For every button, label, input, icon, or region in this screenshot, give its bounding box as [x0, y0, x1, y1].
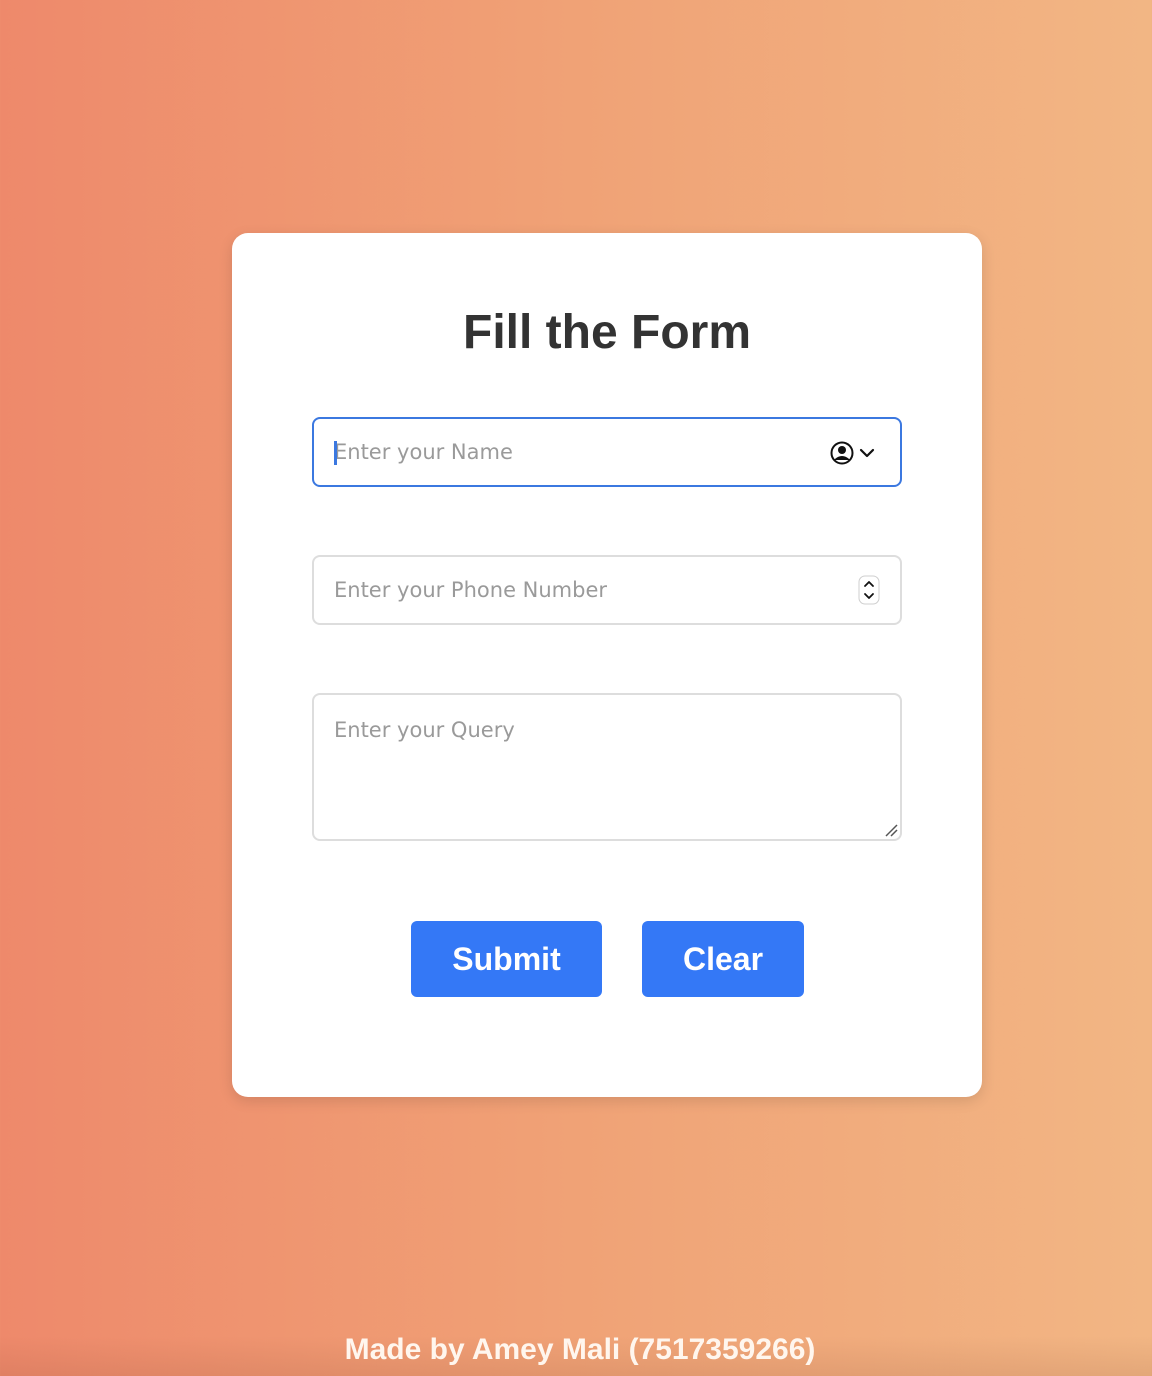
contact-autofill-icon[interactable] — [830, 439, 880, 467]
query-field[interactable] — [312, 693, 902, 841]
resize-handle-icon[interactable] — [884, 823, 898, 837]
text-caret — [334, 441, 337, 465]
form-title: Fill the Form — [463, 306, 751, 359]
form-card: Fill the Form Enter your Name Enter your… — [232, 233, 982, 1097]
name-input[interactable] — [334, 419, 814, 485]
phone-input[interactable] — [334, 557, 814, 623]
number-spinner-icon[interactable] — [858, 575, 880, 605]
clear-button[interactable]: Clear — [642, 921, 804, 997]
phone-field[interactable] — [312, 555, 902, 625]
submit-button[interactable]: Submit — [411, 921, 602, 997]
name-field[interactable] — [312, 417, 902, 487]
query-textarea[interactable] — [334, 715, 874, 815]
footer-credit: Made by Amey Mali (7517359266) — [344, 1333, 816, 1366]
